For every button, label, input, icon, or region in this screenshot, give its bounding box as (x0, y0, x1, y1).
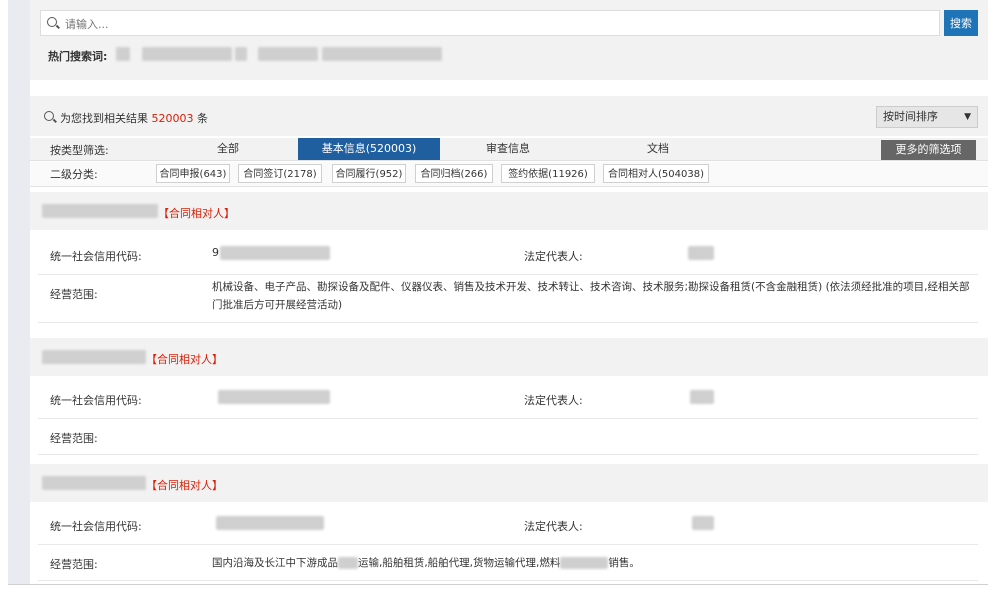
record-tag: 【合同相对人】 (146, 479, 223, 492)
record-row-scope: 经营范围: 机械设备、电子产品、勘探设备及配件、仪器仪表、销售及技术开发、技术转… (38, 276, 978, 323)
business-scope-label: 经营范围: (50, 432, 98, 445)
company-name-redacted[interactable] (42, 476, 146, 490)
business-scope-value: 机械设备、电子产品、勘探设备及配件、仪器仪表、销售及技术开发、技术转让、技术咨询… (212, 281, 970, 311)
subcategory-tag[interactable]: 合同履行(952) (332, 164, 406, 183)
search-icon (44, 111, 54, 121)
legal-rep-redacted (692, 516, 714, 530)
credit-code-value: 9 (212, 246, 219, 259)
company-name-redacted[interactable] (42, 204, 158, 218)
search-panel: 搜索 热门搜索词: (30, 0, 988, 80)
record-row-code: 统一社会信用代码: 法定代表人: (38, 506, 978, 545)
legal-rep-label: 法定代表人: (524, 394, 583, 407)
credit-code-label: 统一社会信用代码: (50, 520, 142, 533)
type-filter-label: 按类型筛选: (50, 144, 109, 157)
more-filters-button[interactable]: 更多的筛选项 (881, 140, 976, 160)
legal-rep-label: 法定代表人: (524, 520, 583, 533)
business-scope-label: 经营范围: (50, 558, 98, 571)
credit-code-redacted (220, 246, 330, 260)
search-icon (47, 17, 57, 27)
record-row-code: 统一社会信用代码: 法定代表人: (38, 380, 978, 419)
sort-label: 按时间排序 (883, 110, 938, 123)
results-summary: 为您找到相关结果 520003 条 (60, 110, 208, 126)
scope-redacted (560, 557, 609, 569)
search-button[interactable]: 搜索 (944, 10, 978, 36)
record-row-scope: 经营范围: (38, 420, 978, 455)
sort-select[interactable]: 按时间排序 ▼ (876, 106, 978, 128)
legal-rep-redacted (688, 246, 714, 260)
legal-rep-label: 法定代表人: (524, 250, 583, 263)
scope-text-end: 销售。 (608, 557, 640, 569)
company-name-redacted[interactable] (42, 350, 146, 364)
hot-keyword-redacted[interactable] (142, 47, 232, 61)
bottom-divider (8, 584, 988, 585)
subcategory-tag[interactable]: 合同申报(643) (156, 164, 230, 183)
credit-code-redacted (216, 516, 324, 530)
search-input[interactable] (63, 14, 927, 34)
subcategory-tag[interactable]: 合同签订(2178) (238, 164, 322, 183)
record-tag: 【合同相对人】 (146, 353, 223, 366)
filter-tab-all[interactable]: 全部 (180, 138, 276, 160)
chevron-down-icon: ▼ (964, 112, 971, 122)
business-scope-label: 经营范围: (50, 288, 98, 301)
record-tag: 【合同相对人】 (158, 207, 235, 220)
business-scope-value: 国内沿海及长江中下游成品 运输,船舶租赁,船舶代理,货物运输代理,燃料 销售。 (212, 554, 952, 572)
record-header: 【合同相对人】 (30, 338, 988, 376)
left-gutter (8, 0, 30, 584)
subcategory-label: 二级分类: (50, 168, 98, 181)
record-header: 【合同相对人】 (30, 192, 988, 230)
results-bar: 为您找到相关结果 520003 条 按时间排序 ▼ (30, 96, 988, 136)
subcategory-tag[interactable]: 签约依据(11926) (501, 164, 595, 183)
search-box[interactable] (40, 10, 940, 36)
hot-search-label: 热门搜索词: (48, 50, 108, 63)
results-suffix: 条 (197, 112, 208, 125)
type-filter-row: 按类型筛选: 全部 基本信息(520003) 审查信息 文档 更多的筛选项 (30, 138, 988, 161)
results-prefix: 为您找到相关结果 (60, 112, 148, 125)
hot-keyword-redacted[interactable] (116, 47, 130, 61)
record-row-code: 统一社会信用代码: 9 法定代表人: (38, 236, 978, 275)
subcategory-row: 二级分类: 合同申报(643) 合同签订(2178) 合同履行(952) 合同归… (30, 162, 988, 187)
results-count: 520003 (151, 112, 194, 125)
scope-redacted (338, 557, 358, 569)
filter-tab-review-info[interactable]: 审查信息 (460, 138, 556, 160)
record-body: 统一社会信用代码: 法定代表人: 经营范围: (30, 376, 988, 456)
scope-text-start: 国内沿海及长江中下游成品 (212, 557, 338, 569)
subcategory-tag[interactable]: 合同归档(266) (415, 164, 493, 183)
scope-text-mid: 运输,船舶租赁,船舶代理,货物运输代理,燃料 (358, 557, 561, 569)
hot-keyword-redacted[interactable] (235, 47, 247, 61)
subcategory-tag[interactable]: 合同相对人(504038) (603, 164, 709, 183)
credit-code-label: 统一社会信用代码: (50, 250, 142, 263)
filter-tab-basic-info[interactable]: 基本信息(520003) (298, 138, 440, 160)
hot-keyword-redacted[interactable] (322, 47, 442, 61)
credit-code-label: 统一社会信用代码: (50, 394, 142, 407)
filter-tab-documents[interactable]: 文档 (610, 138, 706, 160)
results-panel: 为您找到相关结果 520003 条 按时间排序 ▼ 按类型筛选: 全部 基本信息… (30, 96, 988, 584)
record-row-scope: 经营范围: 国内沿海及长江中下游成品 运输,船舶租赁,船舶代理,货物运输代理,燃料… (38, 546, 978, 581)
record-header: 【合同相对人】 (30, 464, 988, 502)
hot-keyword-redacted[interactable] (258, 47, 318, 61)
credit-code-redacted (218, 390, 330, 404)
record-body: 统一社会信用代码: 9 法定代表人: 经营范围: 机械设备、电子产品、勘探设备及… (30, 230, 988, 330)
legal-rep-redacted (690, 390, 714, 404)
record-body: 统一社会信用代码: 法定代表人: 经营范围: 国内沿海及长江中下游成品 运输,船舶… (30, 502, 988, 584)
